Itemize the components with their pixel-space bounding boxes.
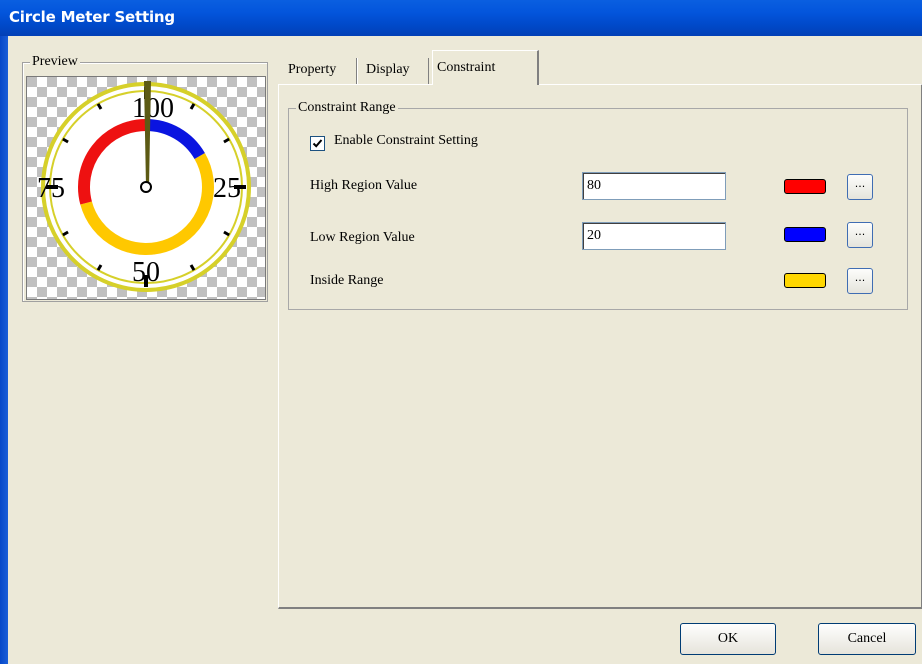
low-region-color-button[interactable]: ... [847,222,873,248]
cancel-button[interactable]: Cancel [818,623,916,655]
enable-constraint-label[interactable]: Enable Constraint Setting [334,133,478,149]
high-region-color-swatch [784,179,826,194]
high-region-label: High Region Value [310,178,418,193]
circle-meter-preview: 100 75 25 50 [27,77,265,299]
tab-property-label: Property [288,62,337,77]
inside-range-color-swatch [784,273,826,288]
high-region-input[interactable]: 80 [582,172,726,200]
title-bar[interactable]: Circle Meter Setting [0,0,922,36]
window-title: Circle Meter Setting [9,8,175,26]
window-left-border [0,36,8,664]
tab-divider [428,58,429,84]
preview-canvas: 100 75 25 50 [26,76,266,300]
constraint-range-label: Constraint Range [296,100,398,116]
inside-range-label: Inside Range [310,273,384,288]
tab-constraint[interactable]: Constraint [432,50,539,85]
tab-display[interactable]: Display [362,56,430,84]
high-region-color-button[interactable]: ... [847,174,873,200]
tab-display-label: Display [366,62,410,77]
low-region-input[interactable]: 20 [582,222,726,250]
scale-label-100: 100 [132,93,174,124]
checkmark-icon [312,139,323,148]
inside-range-color-button[interactable]: ... [847,268,873,294]
tab-property[interactable]: Property [284,56,362,84]
ok-button[interactable]: OK [680,623,776,655]
dialog-window: Circle Meter Setting Preview 100 75 25 5… [0,0,922,664]
needle-pivot [140,181,152,193]
scale-label-75: 75 [37,173,65,204]
low-region-color-swatch [784,227,826,242]
enable-constraint-checkbox[interactable] [310,136,325,151]
scale-label-50: 50 [132,257,160,288]
tab-divider-highlight [357,58,358,84]
low-region-label: Low Region Value [310,230,415,245]
tab-constraint-label: Constraint [437,60,496,75]
preview-label: Preview [30,54,80,70]
scale-label-25: 25 [213,173,241,204]
